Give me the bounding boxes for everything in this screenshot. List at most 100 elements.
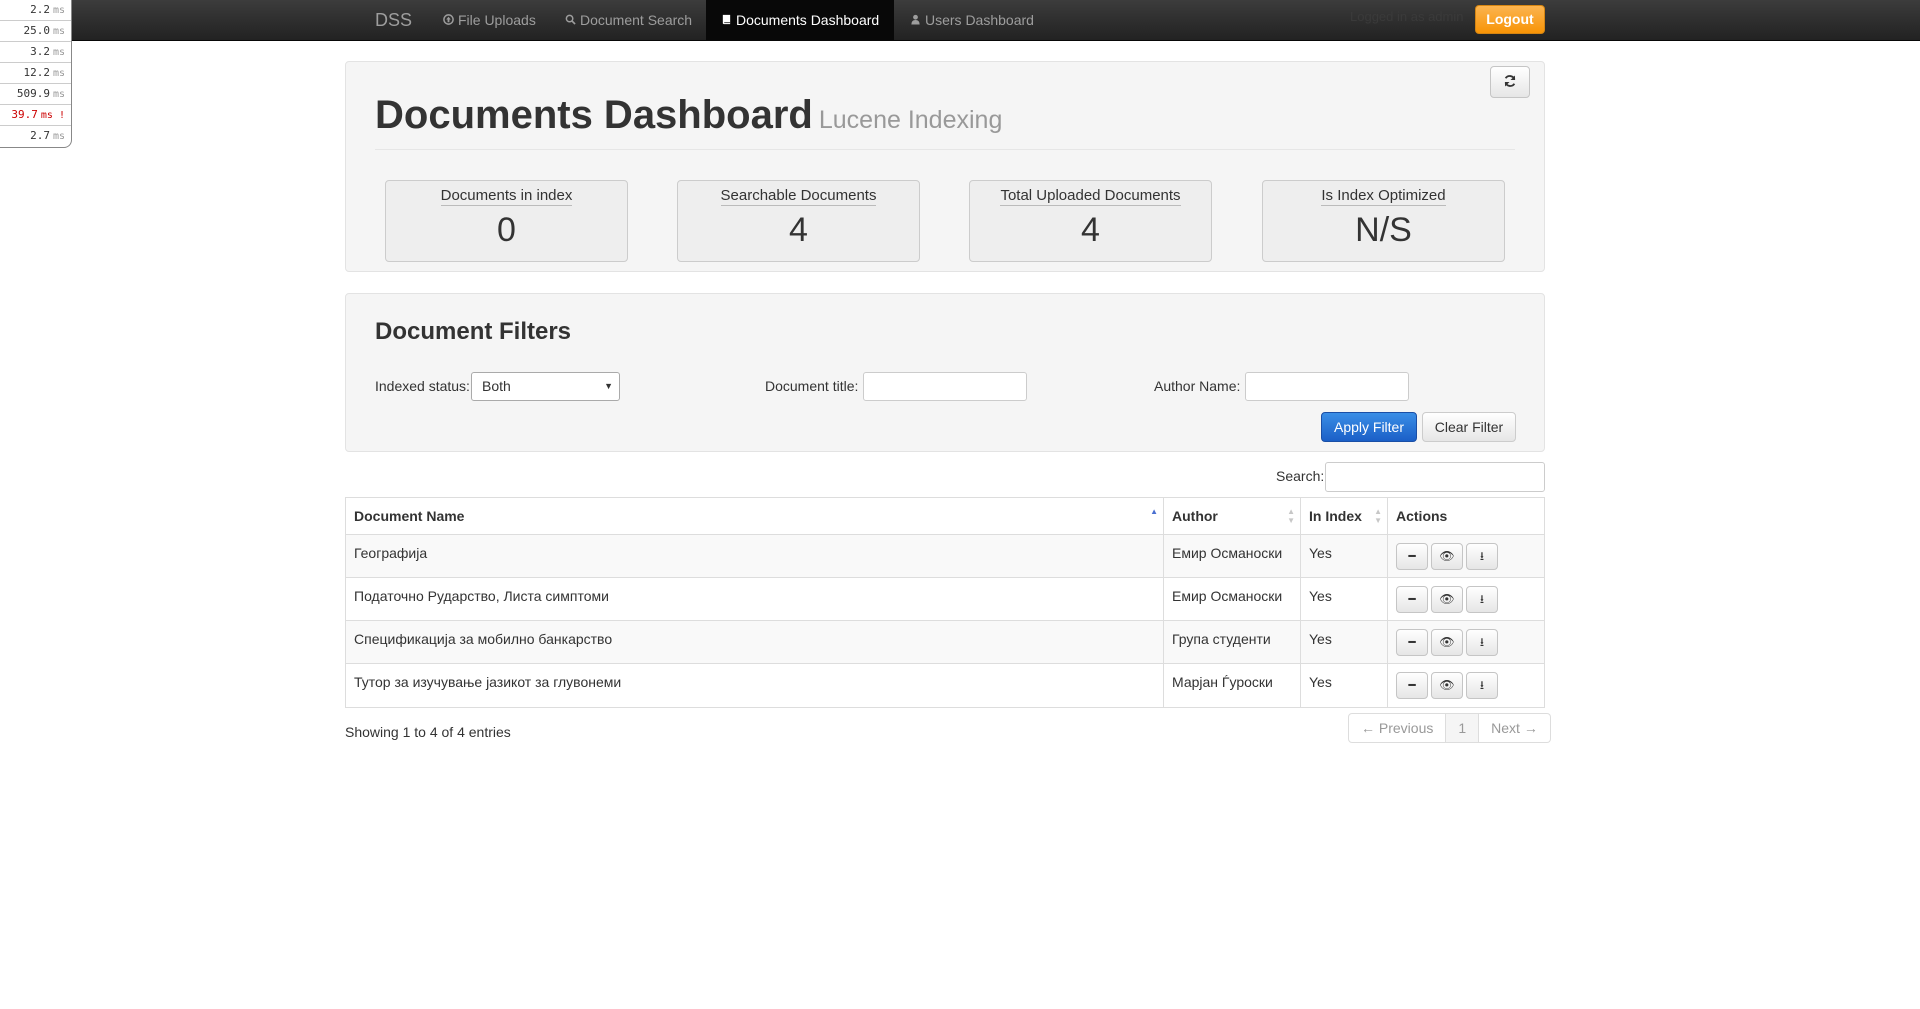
cell-author: Емир Османоски: [1164, 578, 1301, 620]
refresh-icon: [1503, 74, 1517, 91]
upload-circle-icon: [443, 1, 454, 42]
clear-filter-button[interactable]: Clear Filter: [1422, 412, 1516, 442]
minus-icon: ━: [1408, 635, 1416, 649]
sort-both-icon: ▲ ▼: [1287, 507, 1295, 525]
table-row: Географија Емир Османоски Yes ━ 👁 ⭳: [346, 535, 1544, 578]
col-actions: Actions: [1396, 508, 1448, 524]
title-divider: [375, 149, 1515, 150]
table-info: Showing 1 to 4 of 4 entries: [345, 724, 511, 740]
col-author[interactable]: Author ▲ ▼: [1164, 498, 1301, 534]
cell-author: Марјан Ѓуроски: [1164, 664, 1301, 707]
eye-icon: 👁: [1439, 678, 1455, 692]
page-title: Documents Dashboard Lucene Indexing: [375, 90, 1002, 145]
stat-documents-in-index: Documents in index 0: [385, 180, 628, 262]
nav-documents-dashboard[interactable]: Documents Dashboard: [706, 0, 895, 42]
document-filters-panel: Document Filters Indexed status: Both ▼ …: [345, 293, 1545, 452]
profiler-row[interactable]: 2.2 ms: [0, 0, 71, 21]
author-name-input[interactable]: [1245, 372, 1409, 401]
eye-icon: 👁: [1439, 549, 1455, 563]
cell-actions: ━ 👁 ⭳: [1388, 578, 1544, 620]
minus-icon: ━: [1408, 549, 1416, 563]
cell-author: Група студенти: [1164, 621, 1301, 663]
cell-document-name: Тутор за изучување јазикот за глувонеми: [346, 664, 1164, 707]
previous-page-button[interactable]: ← Previous: [1348, 713, 1447, 743]
profiler-row[interactable]: 509.9 ms: [0, 84, 71, 105]
download-button[interactable]: ⭳: [1466, 543, 1498, 570]
stat-value: 4: [1081, 211, 1100, 249]
dashboard-header-panel: Documents Dashboard Lucene Indexing Docum…: [345, 61, 1545, 272]
sort-both-icon: ▲ ▼: [1374, 507, 1382, 525]
next-page-button[interactable]: Next →: [1479, 713, 1551, 743]
download-button[interactable]: ⭳: [1466, 672, 1498, 699]
profiler-widget: 2.2 ms 25.0 ms 3.2 ms 12.2 ms 509.9 ms 39.7 ms…: [0, 0, 72, 148]
indexed-status-select[interactable]: Both ▼: [471, 372, 620, 401]
indexed-status-value: Both: [482, 378, 511, 394]
refresh-button[interactable]: [1490, 66, 1530, 98]
nav-file-uploads[interactable]: File Uploads: [428, 0, 551, 41]
search-label: Search:: [1276, 468, 1325, 484]
view-button[interactable]: 👁: [1431, 586, 1463, 613]
col-document-name[interactable]: Document Name ▲: [346, 498, 1164, 534]
page-title-text: Documents Dashboard: [375, 93, 813, 137]
download-icon: ⭳: [1479, 549, 1485, 563]
profiler-row-warning[interactable]: 39.7 ms !: [0, 105, 71, 126]
nav-file-uploads-label: File Uploads: [458, 12, 536, 28]
profiler-row[interactable]: 2.7 ms: [0, 126, 71, 147]
profiler-row[interactable]: 25.0 ms: [0, 21, 71, 42]
remove-button[interactable]: ━: [1396, 543, 1428, 570]
filters-title: Document Filters: [375, 318, 572, 345]
stat-value: 0: [497, 211, 516, 249]
minus-icon: ━: [1408, 678, 1416, 692]
stat-value: N/S: [1355, 211, 1412, 249]
nav-document-search[interactable]: Document Search: [550, 0, 707, 41]
sort-asc-icon: ▲: [1150, 507, 1158, 516]
cell-document-name: Географија: [346, 535, 1164, 577]
col-in-index[interactable]: In Index ▲ ▼: [1301, 498, 1388, 534]
remove-button[interactable]: ━: [1396, 672, 1428, 699]
logged-in-text: Logged in as admin: [1350, 9, 1464, 24]
stat-total-uploaded-documents: Total Uploaded Documents 4: [969, 180, 1212, 262]
pagination: ← Previous 1 Next →: [1348, 713, 1551, 743]
cell-in-index: Yes: [1301, 664, 1388, 707]
table-row: Спецификација за мобилно банкарство Груп…: [346, 621, 1544, 664]
stat-label: Documents in index: [440, 187, 573, 206]
nav-users-dashboard[interactable]: Users Dashboard: [895, 0, 1049, 41]
eye-icon: 👁: [1439, 592, 1455, 606]
profiler-row[interactable]: 3.2 ms: [0, 42, 71, 63]
user-icon: [910, 1, 921, 42]
view-button[interactable]: 👁: [1431, 543, 1463, 570]
search-icon: [565, 1, 576, 42]
download-button[interactable]: ⭳: [1466, 586, 1498, 613]
book-icon: [721, 1, 732, 42]
nav-users-dashboard-label: Users Dashboard: [925, 12, 1034, 28]
cell-actions: ━ 👁 ⭳: [1388, 535, 1544, 577]
brand-link[interactable]: DSS: [375, 0, 412, 41]
table-header-row: Document Name ▲ Author ▲ ▼ In Index ▲ ▼ Ac…: [346, 498, 1544, 535]
cell-in-index: Yes: [1301, 535, 1388, 577]
search-input[interactable]: [1325, 462, 1545, 492]
cell-in-index: Yes: [1301, 621, 1388, 663]
view-button[interactable]: 👁: [1431, 672, 1463, 699]
indexed-status-label: Indexed status:: [375, 378, 470, 394]
logout-button[interactable]: Logout: [1475, 5, 1545, 34]
caret-down-icon: ▼: [604, 381, 613, 391]
table-row: Тутор за изучување јазикот за глувонеми …: [346, 664, 1544, 707]
nav-documents-dashboard-label: Documents Dashboard: [736, 12, 880, 28]
stat-searchable-documents: Searchable Documents 4: [677, 180, 920, 262]
cell-actions: ━ 👁 ⭳: [1388, 621, 1544, 663]
cell-actions: ━ 👁 ⭳: [1388, 664, 1544, 707]
cell-in-index: Yes: [1301, 578, 1388, 620]
document-title-input[interactable]: [863, 372, 1027, 401]
author-name-label: Author Name:: [1154, 378, 1241, 394]
remove-button[interactable]: ━: [1396, 586, 1428, 613]
eye-icon: 👁: [1439, 635, 1455, 649]
minus-icon: ━: [1408, 592, 1416, 606]
download-icon: ⭳: [1479, 678, 1485, 692]
stat-label: Is Index Optimized: [1321, 187, 1446, 206]
remove-button[interactable]: ━: [1396, 629, 1428, 656]
view-button[interactable]: 👁: [1431, 629, 1463, 656]
page-1-button[interactable]: 1: [1446, 713, 1480, 743]
profiler-row[interactable]: 12.2 ms: [0, 63, 71, 84]
apply-filter-button[interactable]: Apply Filter: [1321, 412, 1417, 442]
download-button[interactable]: ⭳: [1466, 629, 1498, 656]
